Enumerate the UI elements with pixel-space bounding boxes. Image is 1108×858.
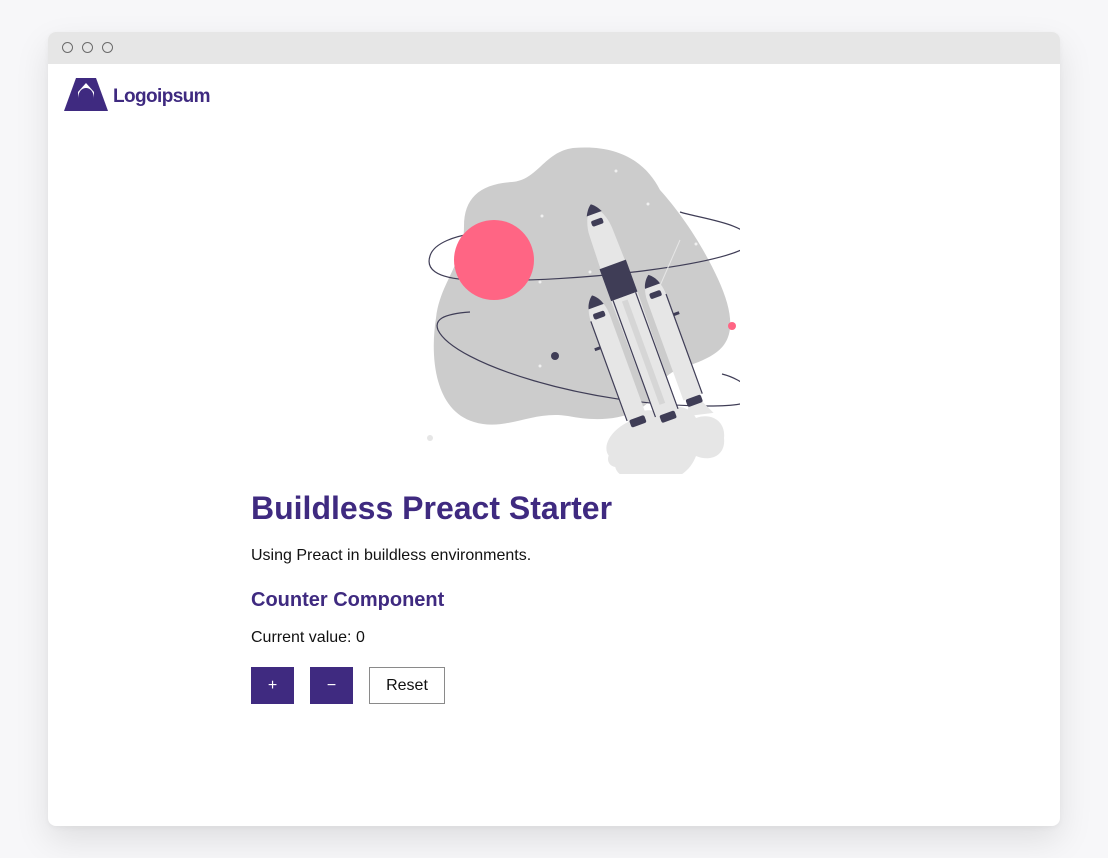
reset-button[interactable]: Reset xyxy=(369,667,445,704)
counter-display: Current value: 0 xyxy=(251,628,871,648)
counter-heading: Counter Component xyxy=(251,589,445,611)
window-close-button[interactable] xyxy=(62,42,73,53)
rocket-launch-illustration xyxy=(378,144,762,480)
page-subtitle: Using Preact in buildless environments. xyxy=(251,547,532,564)
brand-name: Logoipsum xyxy=(113,86,211,107)
window-minimize-button[interactable] xyxy=(82,42,93,53)
logoipsum-logo-icon xyxy=(64,77,108,117)
increment-button[interactable]: + xyxy=(251,667,294,704)
brand-logo-link[interactable]: Logoipsum xyxy=(64,77,211,117)
window-titlebar xyxy=(48,32,1060,64)
counter-label: Current value: xyxy=(251,629,352,646)
main-content: Buildless Preact Starter Using Preact in… xyxy=(251,488,871,704)
page-title: Buildless Preact Starter xyxy=(251,490,613,526)
counter-controls: + − Reset xyxy=(251,667,871,704)
counter-value: 0 xyxy=(355,629,365,646)
browser-window: Logoipsum Buildless Preact Starter Using… xyxy=(48,32,1060,826)
window-maximize-button[interactable] xyxy=(102,42,113,53)
planet-circle xyxy=(454,220,534,300)
decrement-button[interactable]: − xyxy=(310,667,353,704)
